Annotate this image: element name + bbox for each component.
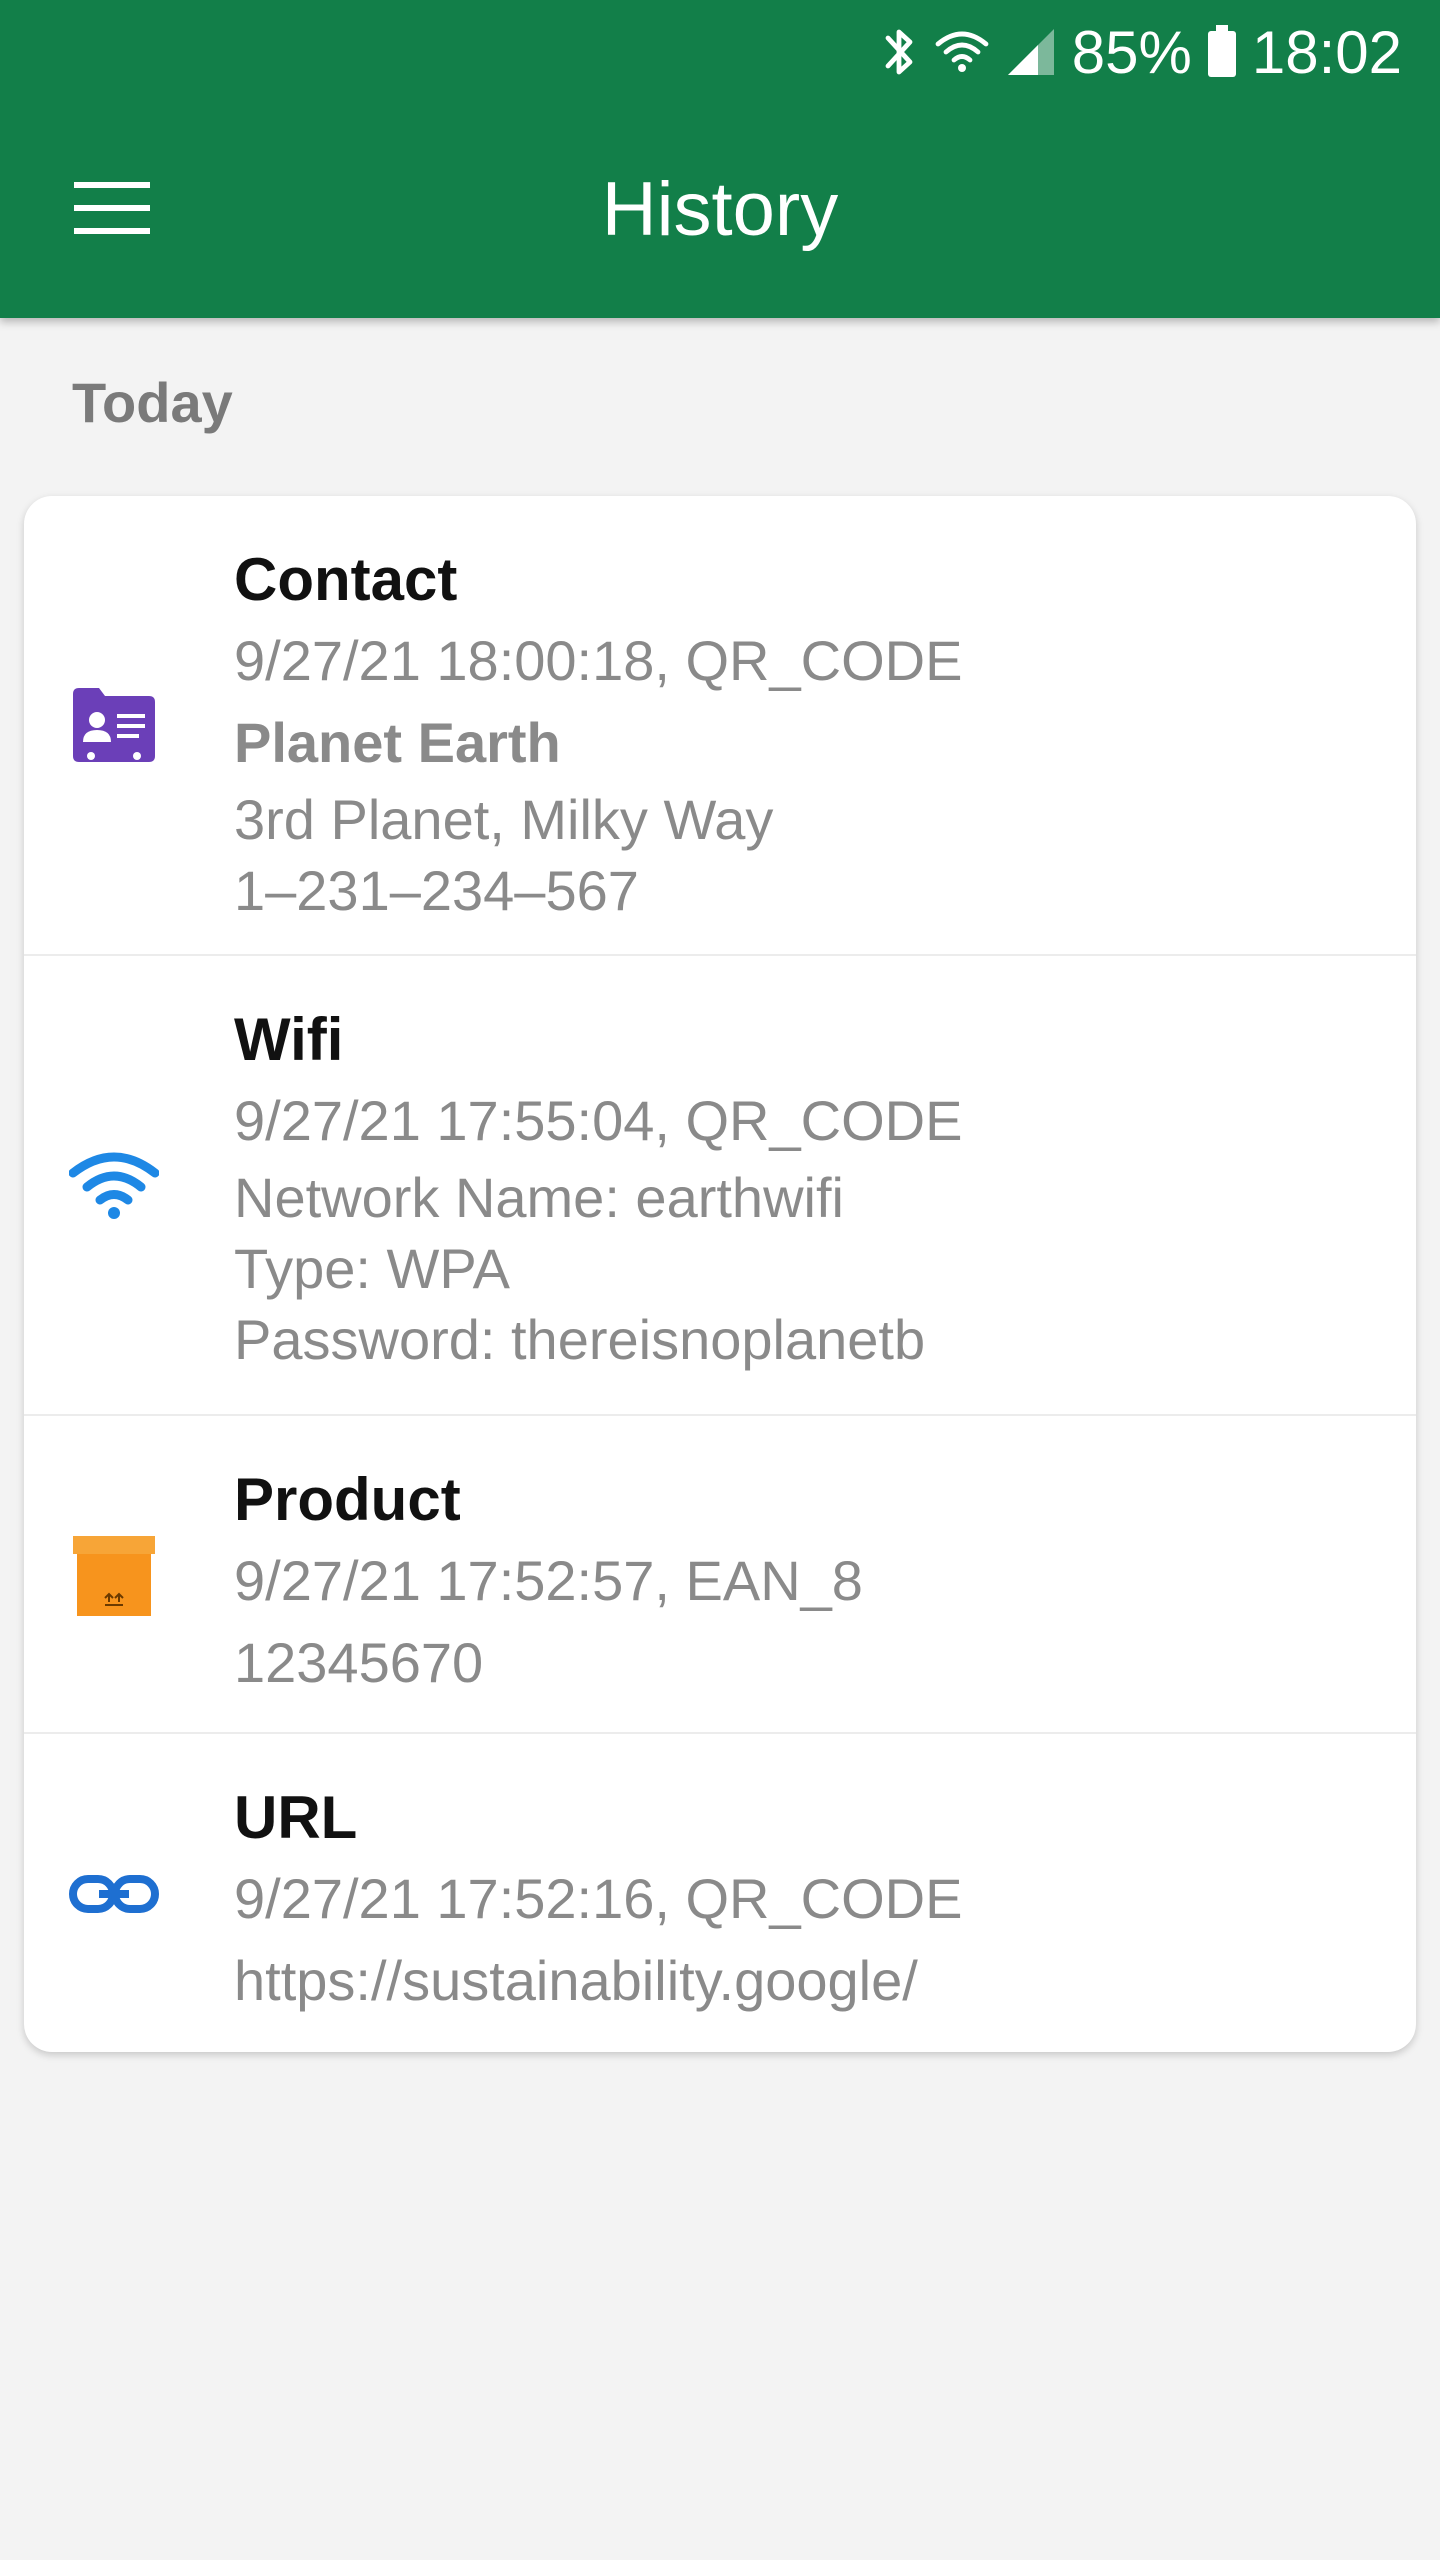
item-type: Product <box>234 1466 461 1533</box>
battery-icon <box>1206 25 1238 79</box>
signal-icon <box>1004 25 1058 79</box>
history-list: Contact 9/27/21 18:00:18, QR_CODE Planet… <box>24 496 1416 2052</box>
item-timestamp: 9/27/21 17:52:57, EAN_8 <box>234 1549 863 1612</box>
app-bar: 85% 18:02 History <box>0 0 1440 318</box>
page-title: History <box>601 167 839 252</box>
bluetooth-icon <box>880 24 920 80</box>
history-item-url[interactable]: URL 9/27/21 17:52:16, QR_CODE https://su… <box>24 1734 1416 2052</box>
contact-phone: 1–231–234–567 <box>234 859 639 922</box>
section-header-today: Today <box>72 371 233 434</box>
contact-address: 3rd Planet, Milky Way <box>234 788 774 851</box>
contact-card-icon <box>66 678 162 774</box>
wifi-password: Password: thereisnoplanetb <box>234 1308 926 1371</box>
package-box-icon <box>66 1528 162 1624</box>
wifi-type: Type: WPA <box>234 1237 510 1300</box>
link-icon <box>66 1846 162 1942</box>
history-item-product[interactable]: Product 9/27/21 17:52:57, EAN_8 12345670 <box>24 1416 1416 1734</box>
item-timestamp: 9/27/21 18:00:18, QR_CODE <box>234 629 963 692</box>
wifi-network-name: Network Name: earthwifi <box>234 1166 844 1229</box>
wifi-icon <box>66 1136 162 1232</box>
url-value: https://sustainability.google/ <box>234 1949 918 2012</box>
history-item-wifi[interactable]: Wifi 9/27/21 17:55:04, QR_CODE Network N… <box>24 956 1416 1416</box>
item-type: Contact <box>234 546 458 613</box>
status-bar: 85% 18:02 <box>880 12 1402 92</box>
item-type: Wifi <box>234 1006 344 1073</box>
battery-percentage: 85% <box>1071 18 1192 86</box>
item-timestamp: 9/27/21 17:55:04, QR_CODE <box>234 1089 963 1152</box>
contact-name: Planet Earth <box>234 711 561 774</box>
item-type: URL <box>234 1784 358 1851</box>
clock: 18:02 <box>1251 18 1402 86</box>
wifi-icon <box>934 24 990 80</box>
item-timestamp: 9/27/21 17:52:16, QR_CODE <box>234 1867 963 1930</box>
product-barcode-value: 12345670 <box>234 1631 484 1694</box>
history-item-contact[interactable]: Contact 9/27/21 18:00:18, QR_CODE Planet… <box>24 496 1416 956</box>
